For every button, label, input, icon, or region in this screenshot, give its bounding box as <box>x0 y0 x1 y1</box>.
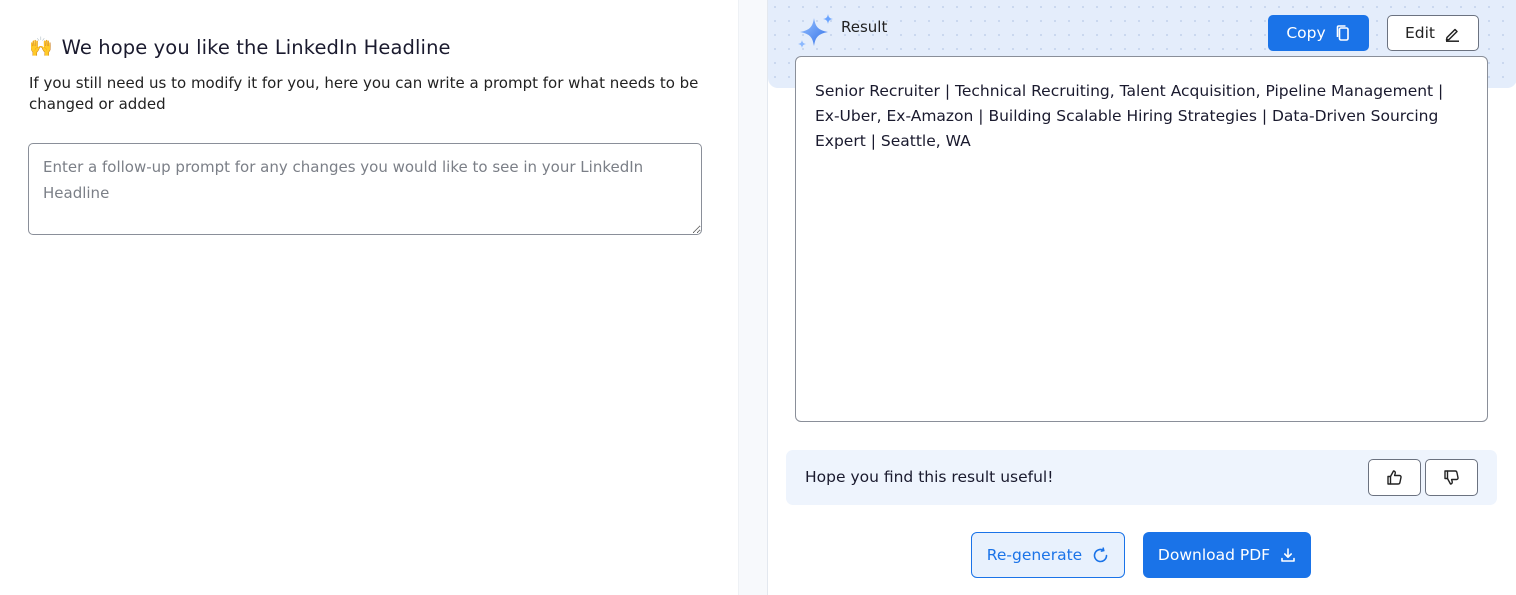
panel-heading: 🙌 We hope you like the LinkedIn Headline <box>29 36 451 59</box>
thumbs-up-icon <box>1386 469 1403 486</box>
thumbs-up-button[interactable] <box>1368 459 1421 496</box>
feedback-text: Hope you find this result useful! <box>805 468 1054 486</box>
raising-hands-emoji: 🙌 <box>29 36 53 58</box>
sparkle-icon <box>796 12 836 52</box>
panel-title: We hope you like the LinkedIn Headline <box>61 36 451 59</box>
thumbs-down-button[interactable] <box>1425 459 1478 496</box>
follow-up-panel: 🙌 We hope you like the LinkedIn Headline… <box>0 0 738 595</box>
copy-button[interactable]: Copy <box>1268 15 1369 51</box>
page: 🙌 We hope you like the LinkedIn Headline… <box>0 0 1516 595</box>
panel-divider <box>738 0 768 595</box>
copy-button-label: Copy <box>1286 24 1326 42</box>
pencil-icon <box>1444 25 1461 42</box>
copy-icon <box>1335 24 1351 42</box>
edit-button[interactable]: Edit <box>1387 15 1479 51</box>
download-button-label: Download PDF <box>1157 546 1271 564</box>
result-text-box: Senior Recruiter | Technical Recruiting,… <box>795 56 1488 422</box>
regenerate-button[interactable]: Re-generate <box>971 532 1125 578</box>
refresh-icon <box>1092 546 1109 564</box>
download-icon <box>1280 547 1296 563</box>
regenerate-button-label: Re-generate <box>986 546 1083 564</box>
result-text: Senior Recruiter | Technical Recruiting,… <box>815 82 1444 150</box>
follow-up-prompt-input[interactable] <box>28 143 702 235</box>
feedback-bar: Hope you find this result useful! <box>786 450 1497 505</box>
edit-button-label: Edit <box>1404 24 1436 42</box>
result-panel: Result Copy Edit Senior Recruiter | Tech… <box>767 0 1516 595</box>
thumbs-down-icon <box>1443 469 1460 486</box>
result-label: Result <box>841 18 888 36</box>
panel-subtitle: If you still need us to modify it for yo… <box>29 74 699 113</box>
download-pdf-button[interactable]: Download PDF <box>1143 532 1311 578</box>
